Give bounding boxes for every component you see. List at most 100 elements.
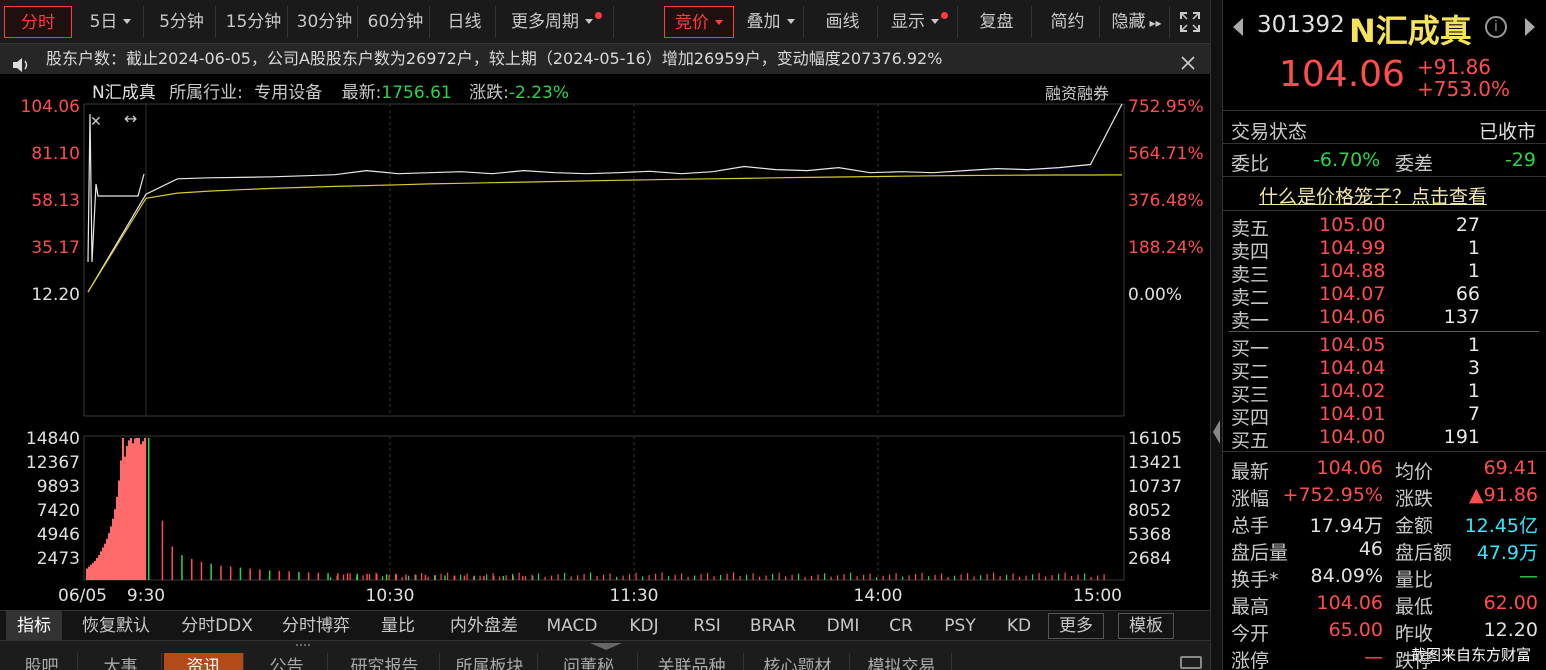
bottom-tab-9[interactable]: 模拟交易 [852,653,952,670]
volume-bar [1045,576,1047,580]
volume-bar [993,572,995,580]
bottom-tab-3[interactable]: 公告 [246,653,328,670]
collapse-arrow-icon[interactable] [590,643,622,650]
pct-tick-label: 376.48% [1128,191,1204,211]
toolbar-button-10[interactable]: 画线 [808,6,878,38]
asks-level-price[interactable]: 104.88 [1319,260,1385,282]
chevron-down-icon [585,19,593,24]
indicator-tab-0[interactable]: 指标 [6,611,62,641]
auction-volume-bar [98,555,100,580]
volume-bar [453,576,455,580]
stat-label: 盘后额 [1395,542,1453,564]
stat-value: 69.41 [1483,457,1538,479]
trade-status-value: 已收市 [1478,121,1536,143]
info-icon[interactable]: i [1485,16,1507,38]
price-cage-link[interactable]: 什么是价格笼子？点击查看 [1259,182,1487,209]
asks-level-volume: 1 [1467,237,1480,259]
bids-level-price[interactable]: 104.01 [1319,403,1385,425]
stat-value: 84.09% [1310,565,1383,587]
indicator-tab-14[interactable]: 更多 [1048,613,1104,639]
prev-stock-icon[interactable] [1233,18,1243,36]
bottom-tab-8[interactable]: 核心题材 [746,653,850,670]
indicator-tab-7[interactable]: KDJ [618,611,670,641]
volume-tick-label: 9893 [37,477,80,497]
toolbar-button-3[interactable]: 15分钟 [220,6,288,38]
volume-bar [824,573,826,580]
asks-level-label: 卖一 [1231,310,1270,332]
volume-bar [635,572,637,580]
volume-bar [798,573,800,580]
bottom-tab-5[interactable]: 所属板块 [442,653,538,670]
bids-level-price[interactable]: 104.05 [1319,334,1385,356]
indicator-tab-12[interactable]: PSY [934,611,986,641]
bids-level-price[interactable]: 104.00 [1319,426,1385,448]
toolbar-button-7[interactable]: 更多周期 [500,6,614,38]
indicator-tab-2[interactable]: 分时DDX [168,611,266,641]
volume-tick-label: 2473 [37,549,80,569]
asks-level-price[interactable]: 105.00 [1319,214,1385,236]
bottom-tab-6[interactable]: 问董秘 [540,653,638,670]
toolbar-button-8[interactable]: 竞价 [664,6,734,38]
fullscreen-icon[interactable] [1174,6,1206,38]
volume-bar [869,573,871,580]
asks-level-price[interactable]: 104.07 [1319,283,1385,305]
volume-bar [466,573,468,580]
keyboard-icon[interactable] [1180,656,1202,669]
pan-arrows-icon[interactable]: ↔ [124,109,137,128]
volume-bar [447,572,449,580]
indicator-tab-3[interactable]: 分时博弈 [270,611,362,641]
toolbar-button-label: 简约 [1050,12,1085,32]
bottom-tab-0[interactable]: 股吧 [6,653,78,670]
toolbar-button-4[interactable]: 30分钟 [292,6,358,38]
toolbar-button-2[interactable]: 5分钟 [148,6,216,38]
volume-bar [327,573,329,580]
intraday-chart[interactable]: 104.06 752.95% 81.10 564.71% 58.13 376.48% 35.… [0,74,1210,610]
bids-level-price[interactable]: 104.02 [1319,380,1385,402]
indicator-tab-9[interactable]: BRAR [740,611,806,641]
auction-volume-bar [90,564,92,580]
indicator-tab-13[interactable]: KD [998,611,1040,641]
toolbar-button-9[interactable]: 叠加 [738,6,804,38]
volume-bar [629,574,631,580]
volume-bar [200,561,203,580]
panel-divider[interactable] [1210,0,1222,670]
asks-level-price[interactable]: 104.06 [1319,306,1385,328]
bottom-tab-7[interactable]: 关联品种 [640,653,744,670]
next-stock-icon[interactable] [1525,18,1535,36]
time-tick-label: 11:30 [610,586,659,606]
close-icon[interactable] [1180,51,1196,70]
indicator-tab-4[interactable]: 量比 [372,611,424,641]
auction-volume-bar [116,496,118,580]
toolbar-button-12[interactable]: 复盘 [962,6,1032,38]
toolbar-button-11[interactable]: 显示 [882,6,958,38]
book-divider [1229,331,1539,332]
stat-label: 涨停 [1231,650,1270,670]
toolbar-button-6[interactable]: 日线 [434,6,496,38]
bids-level-price[interactable]: 104.04 [1319,357,1385,379]
indicator-tab-11[interactable]: CR [880,611,922,641]
indicator-tab-8[interactable]: RSI [684,611,730,641]
bottom-tab-1[interactable]: 大事 [80,653,162,670]
collapse-right-icon[interactable] [1213,420,1220,444]
volume-bar [268,570,271,580]
toolbar-button-13[interactable]: 简约 [1036,6,1100,38]
asks-level-price[interactable]: 104.99 [1319,237,1385,259]
indicator-tab-10[interactable]: DMI [818,611,868,641]
toolbar-button-1[interactable]: 5日 [78,6,144,38]
indicator-tab-6[interactable]: MACD [536,611,608,641]
toolbar-button-14[interactable]: 隐藏 ▸▸ [1104,6,1170,38]
bottom-tab-2[interactable]: 资讯 [164,653,244,670]
bottom-tab-4[interactable]: 研究报告 [330,653,440,670]
grip-icon[interactable] [296,644,310,652]
toolbar-button-5[interactable]: 60分钟 [362,6,430,38]
auction-volume-bar [106,538,108,580]
auction-volume-bar [112,518,114,580]
indicator-tab-5[interactable]: 内外盘差 [436,611,532,641]
indicator-tab-15[interactable]: 模板 [1118,613,1174,639]
auction-volume-bar [104,543,106,580]
volume-bar [440,573,442,580]
volume-bar [518,572,520,580]
toolbar-button-0[interactable]: 分时 [4,6,72,38]
close-marker-icon[interactable]: ✕ [90,114,102,130]
indicator-tab-1[interactable]: 恢复默认 [66,611,166,641]
